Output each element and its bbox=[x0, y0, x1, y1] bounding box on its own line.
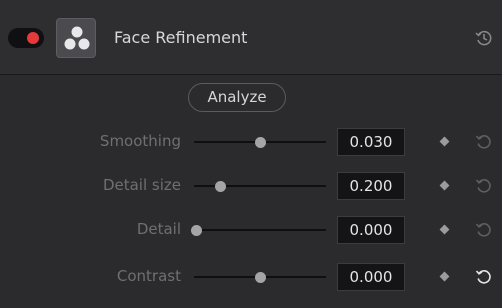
slider-track[interactable] bbox=[194, 229, 326, 231]
value-field[interactable]: 0.000 bbox=[337, 216, 405, 244]
value-field[interactable]: 0.030 bbox=[337, 128, 405, 156]
slider-knob[interactable] bbox=[254, 272, 266, 283]
reset-icon[interactable] bbox=[474, 267, 494, 287]
toggle-indicator bbox=[27, 32, 39, 44]
reset-icon[interactable] bbox=[474, 176, 494, 196]
param-row-detail-size: Detail size 0.200 bbox=[0, 171, 502, 201]
param-label: Detail bbox=[136, 220, 181, 238]
reset-icon[interactable] bbox=[474, 132, 494, 152]
param-row-detail: Detail 0.000 bbox=[0, 215, 502, 245]
slider-knob[interactable] bbox=[214, 181, 226, 192]
panel-header: Face Refinement bbox=[0, 0, 502, 75]
reset-icon[interactable] bbox=[474, 220, 494, 240]
history-icon[interactable] bbox=[474, 28, 494, 48]
param-row-contrast: Contrast 0.000 bbox=[0, 262, 502, 292]
slider-knob[interactable] bbox=[190, 225, 202, 236]
three-circles-icon[interactable] bbox=[56, 18, 96, 58]
keyframe-diamond-icon[interactable] bbox=[439, 271, 450, 282]
param-row-smoothing: Smoothing 0.030 bbox=[0, 127, 502, 157]
keyframe-diamond-icon[interactable] bbox=[439, 136, 450, 147]
param-label: Smoothing bbox=[99, 132, 181, 150]
slider-track[interactable] bbox=[194, 185, 326, 187]
analyze-button[interactable]: Analyze bbox=[188, 83, 286, 112]
face-refinement-panel: Face Refinement Analyze Smoothing 0.030 … bbox=[0, 0, 502, 308]
param-label: Detail size bbox=[102, 176, 181, 194]
param-label: Contrast bbox=[116, 267, 181, 285]
keyframe-diamond-icon[interactable] bbox=[439, 224, 450, 235]
keyframe-diamond-icon[interactable] bbox=[439, 180, 450, 191]
panel-title: Face Refinement bbox=[114, 28, 248, 47]
value-field[interactable]: 0.000 bbox=[337, 263, 405, 291]
enable-toggle[interactable] bbox=[8, 28, 44, 48]
slider-knob[interactable] bbox=[254, 137, 266, 148]
value-field[interactable]: 0.200 bbox=[337, 172, 405, 200]
